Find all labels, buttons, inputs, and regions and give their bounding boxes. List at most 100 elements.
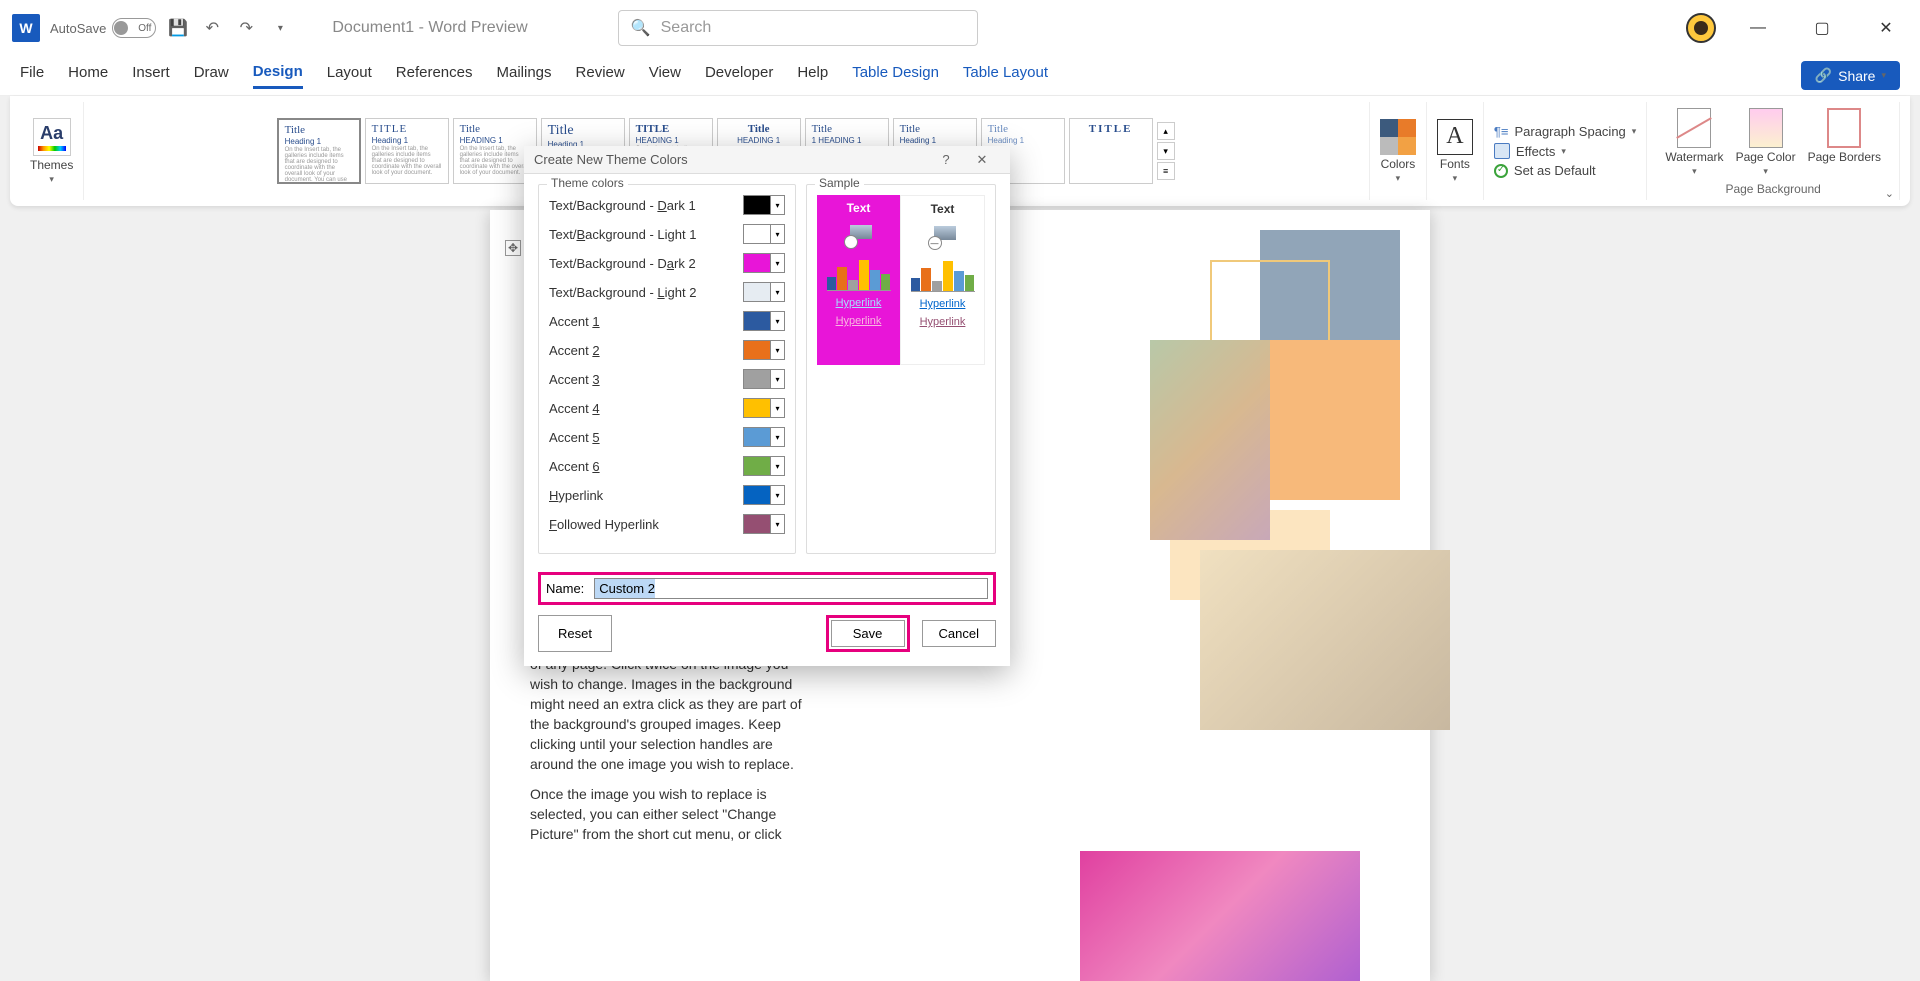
create-theme-colors-dialog: Create New Theme Colors ? ✕ Theme colors… (524, 146, 1010, 666)
color-picker[interactable]: ▾ (743, 456, 785, 476)
color-label: Accent 6 (549, 459, 600, 474)
tab-design[interactable]: Design (253, 63, 303, 89)
image-placeholder (1200, 550, 1450, 730)
color-picker[interactable]: ▾ (743, 195, 785, 215)
paragraph-spacing-icon: ¶≡ (1494, 124, 1509, 139)
chevron-down-icon[interactable]: ▾ (771, 195, 785, 215)
gallery-down-icon[interactable]: ▾ (1157, 142, 1175, 160)
minimize-button[interactable]: — (1736, 13, 1780, 43)
color-picker[interactable]: ▾ (743, 311, 785, 331)
color-row: Text/Background - Light 2 ▾ (549, 282, 785, 302)
reset-button[interactable]: Reset (538, 615, 612, 652)
color-swatch-icon (743, 514, 771, 534)
chevron-down-icon[interactable]: ▾ (771, 253, 785, 273)
tab-mailings[interactable]: Mailings (497, 64, 552, 87)
save-button[interactable]: Save (831, 620, 905, 647)
tab-view[interactable]: View (649, 64, 681, 87)
cancel-button[interactable]: Cancel (922, 620, 996, 647)
gallery-up-icon[interactable]: ▴ (1157, 122, 1175, 140)
color-row: Accent 6 ▾ (549, 456, 785, 476)
tab-help[interactable]: Help (797, 64, 828, 87)
tab-file[interactable]: File (20, 64, 44, 87)
spacing-group: ¶≡Paragraph Spacing▾ Effects▾ Set as Def… (1484, 102, 1647, 200)
chevron-down-icon[interactable]: ▾ (771, 514, 785, 534)
chevron-down-icon: ▾ (49, 174, 54, 185)
effects-button[interactable]: Effects▾ (1494, 143, 1636, 159)
redo-icon[interactable]: ↷ (234, 16, 258, 40)
color-picker[interactable]: ▾ (743, 485, 785, 505)
color-row: Followed Hyperlink ▾ (549, 514, 785, 534)
autosave-control[interactable]: AutoSave Off (50, 18, 156, 38)
page-color-button[interactable]: Page Color▾ (1736, 108, 1796, 177)
fonts-button[interactable]: A Fonts ▾ (1437, 119, 1473, 184)
color-picker[interactable]: ▾ (743, 398, 785, 418)
chevron-down-icon[interactable]: ▾ (771, 340, 785, 360)
set-default-button[interactable]: Set as Default (1494, 163, 1636, 178)
gallery-more-icon[interactable]: ≡ (1157, 162, 1175, 180)
tab-draw[interactable]: Draw (194, 64, 229, 87)
theme-colors-section: Theme colors Text/Background - Dark 1 ▾T… (538, 184, 796, 554)
color-label: Hyperlink (549, 488, 603, 503)
style-thumb[interactable]: TITLEHeading 1On the Insert tab, the gal… (365, 118, 449, 184)
tab-developer[interactable]: Developer (705, 64, 773, 87)
color-label: Accent 5 (549, 430, 600, 445)
chevron-down-icon[interactable]: ▾ (771, 456, 785, 476)
dialog-titlebar[interactable]: Create New Theme Colors ? ✕ (524, 146, 1010, 174)
color-picker[interactable]: ▾ (743, 427, 785, 447)
word-app-icon: W (12, 14, 40, 42)
color-swatch-icon (743, 456, 771, 476)
table-move-handle-icon[interactable]: ✥ (505, 240, 521, 256)
tab-references[interactable]: References (396, 64, 473, 87)
color-picker[interactable]: ▾ (743, 253, 785, 273)
close-button[interactable]: ✕ (1864, 13, 1908, 43)
document-title: Document1 - Word Preview (332, 19, 527, 37)
dialog-help-button[interactable]: ? (928, 152, 964, 167)
chevron-down-icon[interactable]: ▾ (771, 485, 785, 505)
color-picker[interactable]: ▾ (743, 340, 785, 360)
color-picker[interactable]: ▾ (743, 514, 785, 534)
color-swatch-icon (743, 224, 771, 244)
color-picker[interactable]: ▾ (743, 282, 785, 302)
autosave-toggle[interactable]: Off (112, 18, 156, 38)
tab-home[interactable]: Home (68, 64, 108, 87)
page-borders-icon (1827, 108, 1861, 148)
tab-insert[interactable]: Insert (132, 64, 170, 87)
image-placeholder (1150, 340, 1270, 540)
tab-review[interactable]: Review (576, 64, 625, 87)
themes-button[interactable]: Aa Themes ▾ (30, 118, 73, 185)
color-swatch-icon (743, 340, 771, 360)
color-picker[interactable]: ▾ (743, 224, 785, 244)
tab-table-design[interactable]: Table Design (852, 64, 939, 87)
themes-icon: Aa (33, 118, 71, 156)
colors-group: Colors ▾ (1370, 102, 1427, 200)
dialog-close-button[interactable]: ✕ (964, 152, 1000, 168)
paragraph-spacing-button[interactable]: ¶≡Paragraph Spacing▾ (1494, 124, 1636, 139)
tab-layout[interactable]: Layout (327, 64, 372, 87)
style-thumb[interactable]: TITLE (1069, 118, 1153, 184)
style-thumb[interactable]: TitleHeading 1On the Insert tab, the gal… (277, 118, 361, 184)
color-picker[interactable]: ▾ (743, 369, 785, 389)
colors-button[interactable]: Colors ▾ (1380, 119, 1416, 184)
chevron-down-icon[interactable]: ▾ (771, 369, 785, 389)
search-box[interactable]: 🔍 Search (618, 10, 978, 46)
share-button[interactable]: 🔗 Share ▾ (1801, 61, 1900, 90)
undo-icon[interactable]: ↶ (200, 16, 224, 40)
theme-name-input[interactable] (594, 578, 988, 599)
fonts-icon: A (1437, 119, 1473, 155)
chevron-down-icon[interactable]: ▾ (771, 282, 785, 302)
save-icon[interactable]: 💾 (166, 16, 190, 40)
chevron-down-icon[interactable]: ▾ (771, 398, 785, 418)
tab-table-layout[interactable]: Table Layout (963, 64, 1048, 87)
chevron-down-icon[interactable]: ▾ (771, 427, 785, 447)
color-row: Text/Background - Dark 2 ▾ (549, 253, 785, 273)
ribbon-collapse-icon[interactable]: ⌄ (1885, 187, 1894, 200)
page-borders-button[interactable]: Page Borders (1808, 108, 1881, 164)
sample-chart-icon (911, 258, 975, 292)
watermark-button[interactable]: Watermark▾ (1665, 108, 1723, 177)
color-row: Hyperlink ▾ (549, 485, 785, 505)
qat-more-icon[interactable]: ▾ (268, 16, 292, 40)
chevron-down-icon[interactable]: ▾ (771, 224, 785, 244)
user-avatar[interactable] (1686, 13, 1716, 43)
chevron-down-icon[interactable]: ▾ (771, 311, 785, 331)
maximize-button[interactable]: ▢ (1800, 13, 1844, 43)
